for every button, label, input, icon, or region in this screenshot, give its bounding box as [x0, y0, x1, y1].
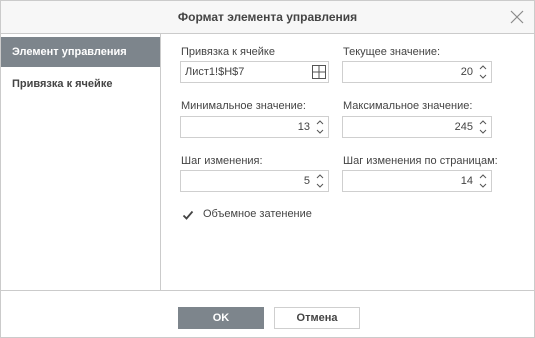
close-icon[interactable]	[510, 10, 524, 24]
max-value-label: Максимальное значение:	[343, 100, 473, 112]
chevron-down-icon[interactable]	[313, 181, 327, 190]
step-spinner	[313, 172, 327, 190]
max-value-stepper[interactable]: 245	[342, 116, 492, 138]
chevron-up-icon[interactable]	[313, 118, 327, 127]
min-value-label: Минимальное значение:	[181, 100, 306, 112]
chevron-up-icon[interactable]	[476, 172, 490, 181]
sidebar: Элемент управления Привязка к ячейке	[1, 34, 161, 290]
dialog-footer: OK Отмена	[1, 290, 534, 337]
current-value-value[interactable]: 20	[461, 62, 473, 82]
settings-panel: Привязка к ячейке Текущее значение: 20 М…	[161, 34, 534, 290]
current-value-label: Текущее значение:	[343, 46, 441, 58]
select-range-icon[interactable]	[312, 65, 326, 79]
min-value-value[interactable]: 13	[298, 117, 310, 137]
current-value-stepper[interactable]: 20	[342, 61, 492, 83]
page-step-value[interactable]: 14	[461, 171, 473, 191]
page-step-label: Шаг изменения по страницам:	[343, 155, 498, 167]
cell-link-field	[180, 61, 329, 83]
step-stepper[interactable]: 5	[180, 170, 329, 192]
sidebar-item-control[interactable]: Элемент управления	[1, 37, 160, 67]
step-label: Шаг изменения:	[181, 155, 263, 167]
chevron-down-icon[interactable]	[476, 72, 490, 81]
dialog-titlebar: Формат элемента управления	[1, 1, 534, 34]
min-value-stepper[interactable]: 13	[180, 116, 329, 138]
max-value-value[interactable]: 245	[455, 117, 473, 137]
format-control-dialog: Формат элемента управления Элемент управ…	[0, 0, 535, 338]
min-value-spinner	[313, 118, 327, 136]
shading-checkbox[interactable]	[182, 209, 194, 221]
chevron-up-icon[interactable]	[476, 118, 490, 127]
ok-button[interactable]: OK	[178, 307, 264, 329]
chevron-up-icon[interactable]	[476, 63, 490, 72]
max-value-spinner	[476, 118, 490, 136]
shading-label: Объемное затенение	[203, 208, 312, 220]
dialog-title: Формат элемента управления	[177, 10, 358, 24]
chevron-down-icon[interactable]	[476, 181, 490, 190]
chevron-up-icon[interactable]	[313, 172, 327, 181]
cancel-button[interactable]: Отмена	[274, 307, 360, 329]
page-step-spinner	[476, 172, 490, 190]
sidebar-item-cell-link[interactable]: Привязка к ячейке	[1, 69, 160, 99]
page-step-stepper[interactable]: 14	[342, 170, 492, 192]
chevron-down-icon[interactable]	[476, 127, 490, 136]
cell-link-input[interactable]	[181, 62, 307, 82]
current-value-spinner	[476, 63, 490, 81]
step-value[interactable]: 5	[304, 171, 310, 191]
cell-link-label: Привязка к ячейке	[181, 46, 275, 58]
chevron-down-icon[interactable]	[313, 127, 327, 136]
